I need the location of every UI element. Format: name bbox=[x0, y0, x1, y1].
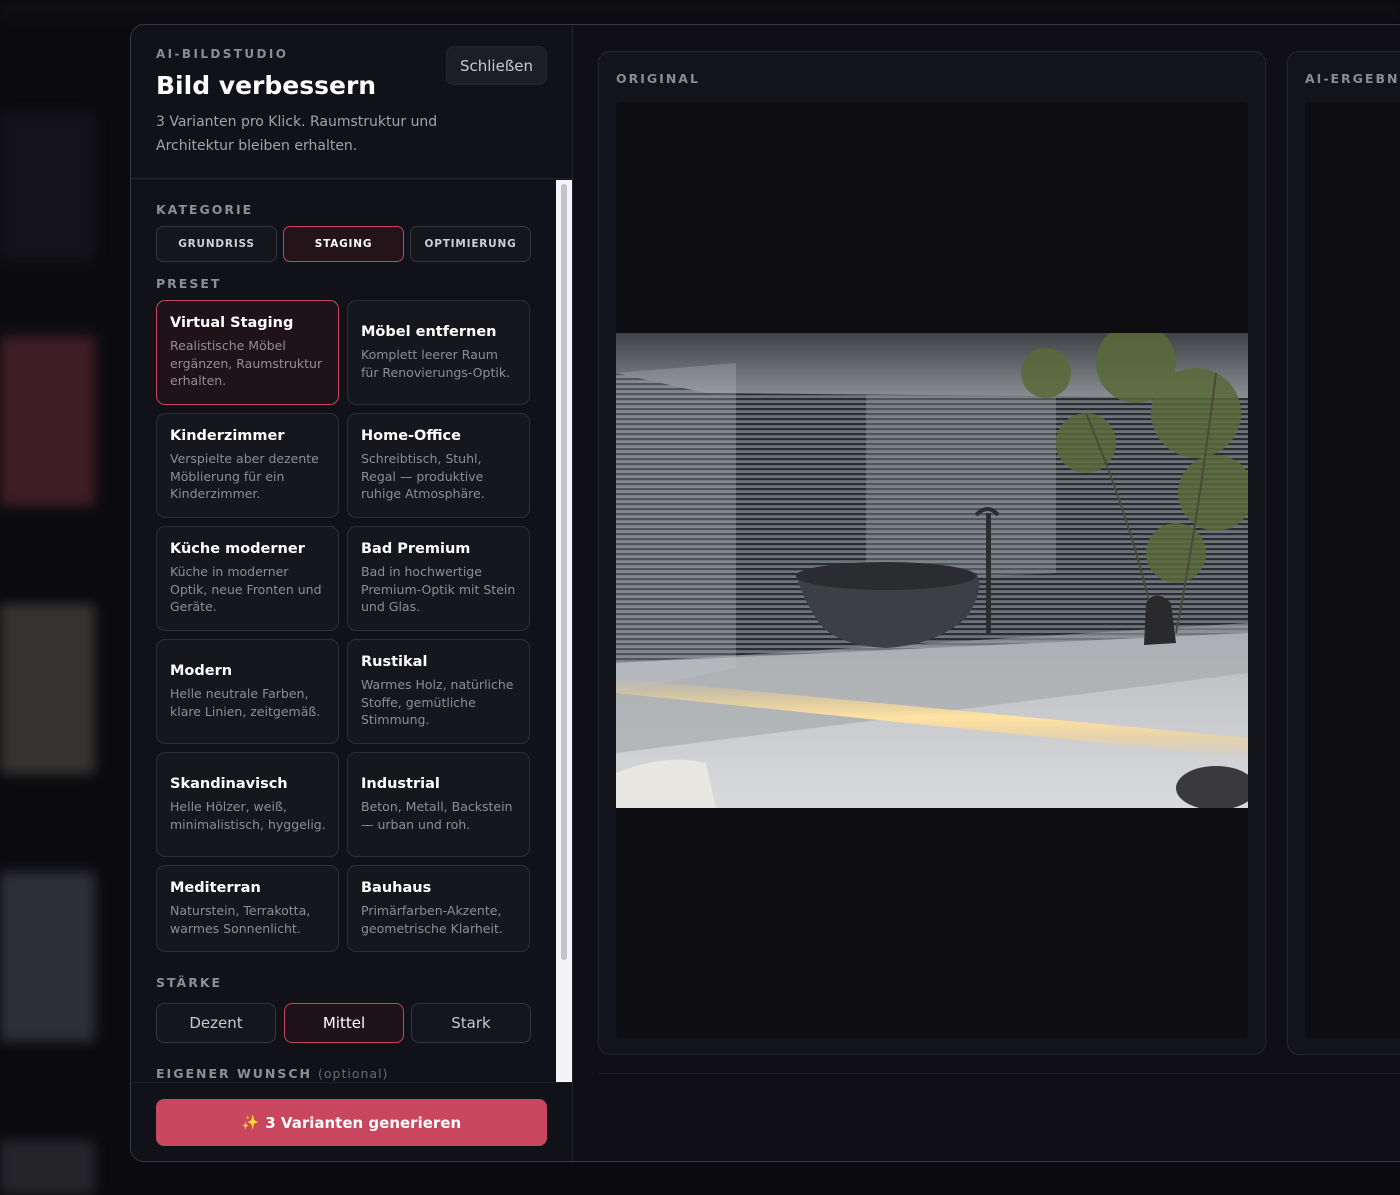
image-studio-modal: AI-BILDSTUDIO Bild verbessern 3 Variante… bbox=[130, 24, 1400, 1162]
preset-title: Bauhaus bbox=[361, 880, 432, 896]
original-panel: ORIGINAL bbox=[598, 51, 1266, 1055]
custom-wish-title: EIGENER WUNSCH bbox=[156, 1066, 313, 1081]
preset-description: Beton, Metall, Backstein — urban und roh… bbox=[361, 799, 513, 832]
preset-card[interactable]: Home-Office Schreibtisch, Stuhl, Regal —… bbox=[347, 413, 530, 518]
modal-title: Bild verbessern bbox=[156, 71, 377, 100]
preset-title: Bad Premium bbox=[361, 541, 471, 558]
close-button[interactable]: Schließen bbox=[446, 46, 547, 85]
result-label: AI-ERGEBNIS bbox=[1305, 71, 1400, 86]
strength-stark-button[interactable]: Stark bbox=[411, 1003, 531, 1043]
preset-description: Bad in hochwertige Premium-Optik mit Ste… bbox=[361, 564, 516, 615]
preset-description: Naturstein, Terrakotta, warmes Sonnenlic… bbox=[170, 903, 311, 936]
category-label: KATEGORIE bbox=[156, 202, 254, 217]
custom-wish-label: EIGENER WUNSCH (optional) bbox=[156, 1066, 388, 1081]
preset-label: PRESET bbox=[156, 276, 222, 291]
preset-card[interactable]: Mediterran Naturstein, Terrakotta, warme… bbox=[156, 865, 339, 952]
preset-title: Home-Office bbox=[361, 428, 461, 445]
strength-label: STÄRKE bbox=[156, 975, 223, 990]
preset-description: Komplett leerer Raum für Renovierungs-Op… bbox=[361, 347, 511, 380]
preset-card[interactable]: Kinderzimmer Verspielte aber dezente Möb… bbox=[156, 413, 339, 518]
eyebrow-label: AI-BILDSTUDIO bbox=[156, 47, 289, 61]
category-staging-button[interactable]: STAGING bbox=[283, 226, 404, 262]
preset-title: Virtual Staging bbox=[170, 315, 294, 332]
scrollbar-thumb[interactable] bbox=[561, 184, 567, 960]
generate-footer: ✨ 3 Varianten generieren bbox=[131, 1082, 572, 1161]
preset-description: Küche in moderner Optik, neue Fronten un… bbox=[170, 564, 322, 615]
preset-card[interactable]: Küche moderner Küche in moderner Optik, … bbox=[156, 526, 339, 631]
preset-card[interactable]: Bad Premium Bad in hochwertige Premium-O… bbox=[347, 526, 530, 631]
preset-card[interactable]: Virtual Staging Realistische Möbel ergän… bbox=[156, 300, 339, 405]
preset-card[interactable]: Möbel entfernen Komplett leerer Raum für… bbox=[347, 300, 530, 405]
preset-description: Helle neutrale Farben, klare Linien, zei… bbox=[170, 686, 321, 719]
preset-card[interactable]: Modern Helle neutrale Farben, klare Lini… bbox=[156, 639, 339, 744]
optional-note: (optional) bbox=[318, 1066, 389, 1081]
strength-dezent-button[interactable]: Dezent bbox=[156, 1003, 276, 1043]
preset-description: Helle Hölzer, weiß, minimalistisch, hygg… bbox=[170, 799, 326, 832]
result-image-area bbox=[1305, 102, 1400, 1038]
preset-description: Schreibtisch, Stuhl, Regal — produktive … bbox=[361, 451, 485, 502]
preset-description: Verspielte aber dezente Möblierung für e… bbox=[170, 451, 319, 502]
sidebar-scrollbar[interactable] bbox=[556, 180, 572, 1082]
sparkles-icon: ✨ bbox=[241, 1114, 260, 1131]
settings-scroll-area[interactable]: KATEGORIE GRUNDRISS STAGING OPTIMIERUNG … bbox=[131, 180, 572, 1082]
preset-title: Mediterran bbox=[170, 880, 261, 896]
preset-description: Warmes Holz, natürliche Stoffe, gemütlic… bbox=[361, 677, 514, 728]
original-label: ORIGINAL bbox=[616, 71, 700, 86]
preset-title: Industrial bbox=[361, 776, 440, 792]
preset-title: Skandinavisch bbox=[170, 776, 288, 792]
strength-mittel-button[interactable]: Mittel bbox=[284, 1003, 404, 1043]
result-panel: AI-ERGEBNIS bbox=[1287, 51, 1400, 1055]
preset-title: Küche moderner bbox=[170, 541, 305, 558]
original-image-area bbox=[616, 102, 1248, 1038]
preset-title: Kinderzimmer bbox=[170, 428, 285, 445]
preset-title: Rustikal bbox=[361, 654, 428, 671]
generate-button-label: 3 Varianten generieren bbox=[265, 1113, 462, 1132]
preset-card[interactable]: Bauhaus Primärfarben-Akzente, geometrisc… bbox=[347, 865, 530, 952]
modal-subtitle: 3 Varianten pro Klick. Raumstruktur und … bbox=[156, 114, 438, 154]
preset-card[interactable]: Rustikal Warmes Holz, natürliche Stoffe,… bbox=[347, 639, 530, 744]
original-photo[interactable] bbox=[616, 333, 1248, 808]
preset-title: Modern bbox=[170, 663, 233, 679]
generate-button[interactable]: ✨ 3 Varianten generieren bbox=[156, 1099, 547, 1146]
sidebar-header: AI-BILDSTUDIO Bild verbessern 3 Variante… bbox=[131, 25, 572, 179]
preset-description: Primärfarben-Akzente, geometrische Klarh… bbox=[361, 903, 503, 936]
category-optimierung-button[interactable]: OPTIMIERUNG bbox=[410, 226, 531, 262]
preset-card[interactable]: Skandinavisch Helle Hölzer, weiß, minima… bbox=[156, 752, 339, 857]
preset-description: Realistische Möbel ergänzen, Raumstruktu… bbox=[170, 338, 323, 389]
settings-sidebar: AI-BILDSTUDIO Bild verbessern 3 Variante… bbox=[131, 25, 573, 1161]
preset-card[interactable]: Industrial Beton, Metall, Backstein — ur… bbox=[347, 752, 530, 857]
category-grundriss-button[interactable]: GRUNDRISS bbox=[156, 226, 277, 262]
preset-title: Möbel entfernen bbox=[361, 324, 497, 340]
divider bbox=[598, 1073, 1400, 1074]
